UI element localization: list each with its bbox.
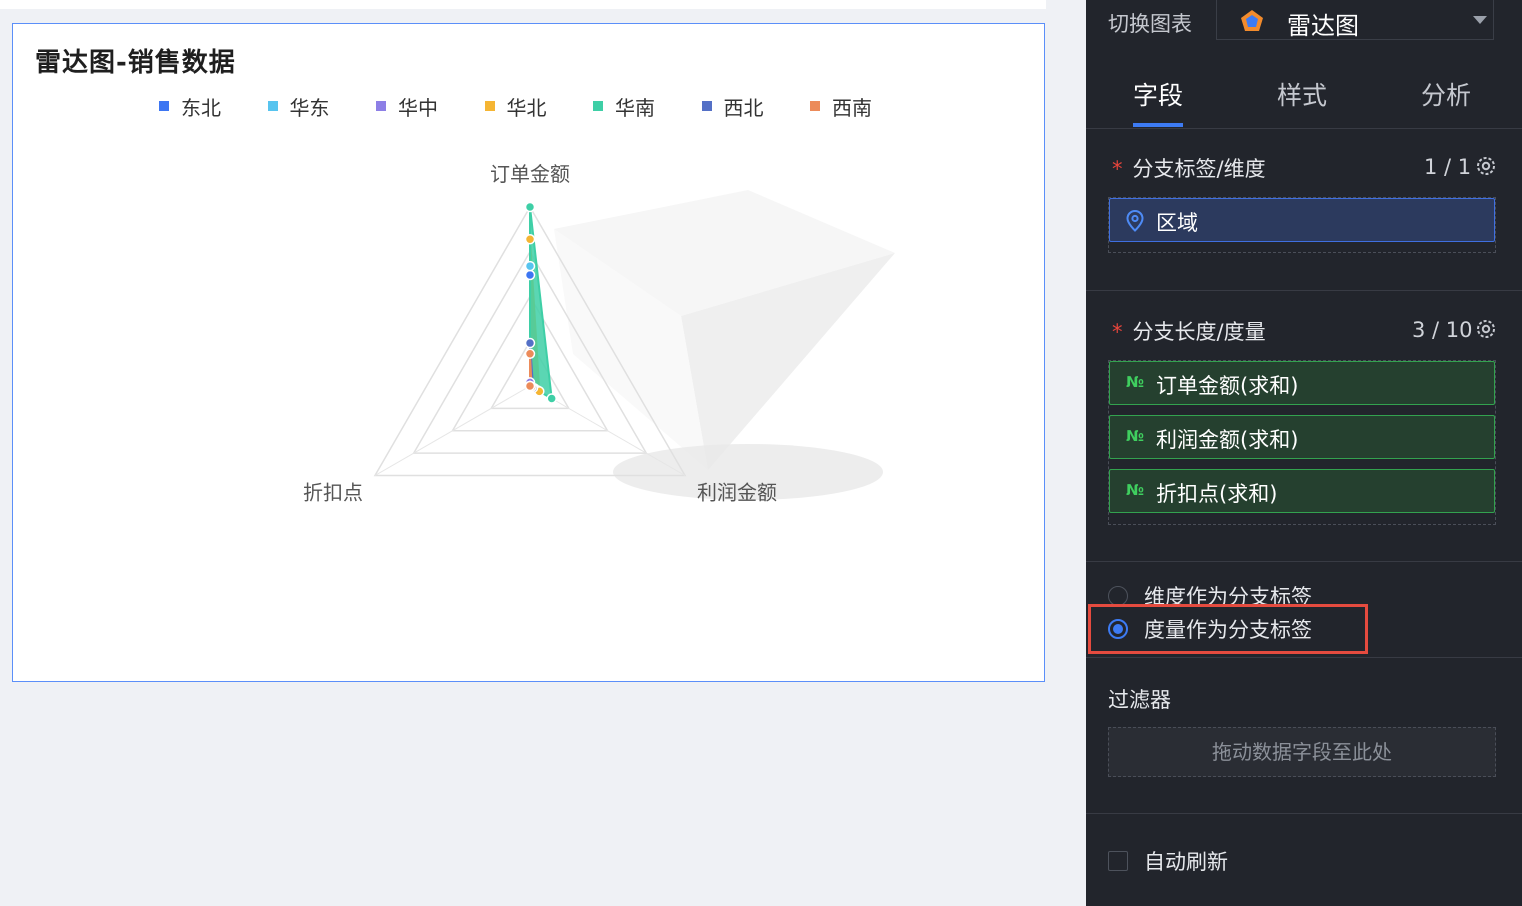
measure-field-label: 折扣点(求和): [1156, 482, 1278, 506]
measure-section-title: * 分支长度/度量: [1112, 320, 1266, 344]
dimension-section-title: * 分支标签/维度: [1112, 157, 1266, 181]
chart-type-select[interactable]: 雷达图: [1216, 0, 1494, 40]
dimension-field-label: 区域: [1156, 211, 1198, 235]
measure-field-pill[interactable]: № 折扣点(求和): [1109, 469, 1495, 513]
axis-label: 订单金额: [490, 162, 570, 186]
location-pin-icon: [1126, 210, 1144, 232]
data-point[interactable]: [524, 201, 536, 213]
radar-series: [524, 201, 557, 404]
gear-icon[interactable]: [1475, 155, 1497, 177]
chart-card: 雷达图-销售数据 东北 华东 华中 华北 华南 西北 西南 订单金额 利润金额 折扣点: [12, 23, 1045, 682]
data-point[interactable]: [524, 269, 536, 281]
required-mark: *: [1112, 320, 1123, 344]
measure-count: 3 / 10: [1412, 318, 1473, 342]
chevron-down-icon: [1473, 16, 1487, 24]
data-point[interactable]: [524, 380, 536, 392]
measure-field-label: 订单金额(求和): [1156, 374, 1299, 398]
divider: [1086, 561, 1522, 562]
tab-fields[interactable]: 字段: [1133, 76, 1183, 112]
data-point[interactable]: [546, 393, 557, 404]
highlight-annotation: [1088, 604, 1368, 654]
radar-chart: 订单金额利润金额 折扣点: [303, 162, 895, 505]
axis-label: 折扣点: [303, 481, 363, 505]
active-tab-indicator: [1133, 123, 1183, 127]
auto-refresh-checkbox[interactable]: [1108, 851, 1128, 871]
filter-dropzone[interactable]: 拖动数据字段至此处: [1108, 727, 1496, 777]
radio-button[interactable]: [1108, 586, 1128, 606]
top-strip: [0, 0, 1046, 9]
data-point[interactable]: [524, 348, 536, 360]
divider: [1086, 813, 1522, 814]
switch-chart-label: 切换图表: [1108, 12, 1192, 36]
panel-tabs: 字段 样式 分析: [1086, 58, 1522, 129]
measure-field-pill[interactable]: № 利润金额(求和): [1109, 415, 1495, 459]
dimension-dropzone[interactable]: 区域: [1108, 197, 1496, 253]
dimension-field-pill[interactable]: 区域: [1109, 198, 1495, 242]
number-icon: №: [1126, 427, 1145, 445]
tab-analysis[interactable]: 分析: [1421, 76, 1471, 112]
divider: [1086, 657, 1522, 658]
axis-label: 利润金额: [697, 481, 777, 505]
config-panel: 切换图表 雷达图 字段 样式 分析 * 分支标签/维度 1 / 1 区域 * 分支长…: [1086, 0, 1522, 906]
data-point[interactable]: [524, 233, 536, 245]
required-mark: *: [1112, 157, 1123, 181]
number-icon: №: [1126, 481, 1145, 499]
measure-dropzone[interactable]: № 订单金额(求和) № 利润金额(求和) № 折扣点(求和): [1108, 360, 1496, 525]
radar-chart-icon: [1241, 10, 1263, 31]
divider: [1086, 290, 1522, 291]
auto-refresh-label: 自动刷新: [1144, 850, 1228, 874]
data-point[interactable]: [524, 260, 536, 272]
filter-title: 过滤器: [1108, 688, 1171, 712]
data-point[interactable]: [524, 337, 536, 349]
auto-refresh-row[interactable]: 自动刷新: [1108, 846, 1228, 876]
measure-field-label: 利润金额(求和): [1156, 428, 1299, 452]
tab-style[interactable]: 样式: [1277, 76, 1327, 112]
dimension-count: 1 / 1: [1424, 155, 1472, 179]
number-icon: №: [1126, 373, 1145, 391]
measure-field-pill[interactable]: № 订单金额(求和): [1109, 361, 1495, 405]
chart-type-name: 雷达图: [1287, 12, 1359, 40]
gear-icon[interactable]: [1475, 318, 1497, 340]
